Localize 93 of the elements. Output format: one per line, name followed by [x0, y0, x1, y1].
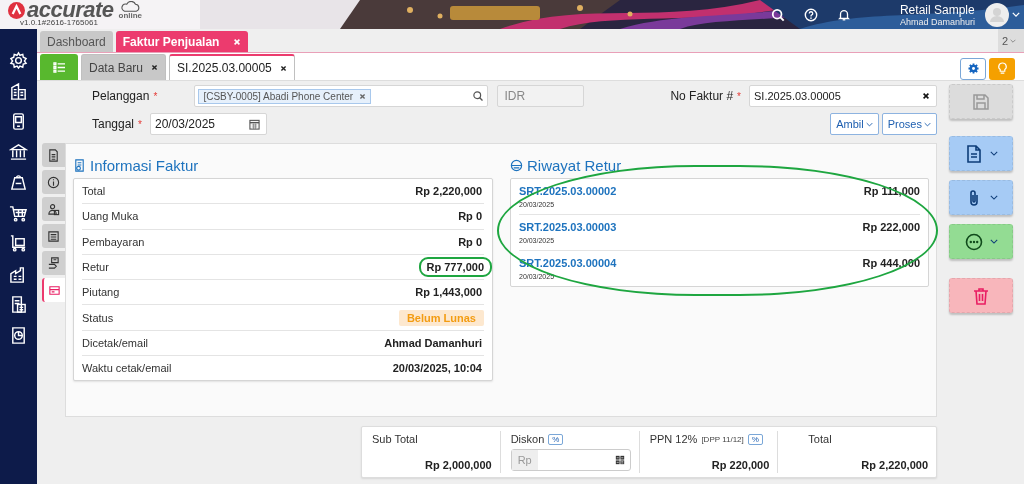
document-tab[interactable]: SI.2025.03.00005	[169, 54, 295, 80]
caret-icon[interactable]	[989, 151, 998, 156]
total-label: PPN 12%	[649, 433, 698, 445]
info-value: 20/03/2025, 10:04	[391, 361, 483, 377]
total-label: Diskon	[510, 433, 545, 445]
info-label: Status	[82, 311, 114, 324]
caret-icon[interactable]	[989, 195, 998, 200]
calculator-icon[interactable]	[614, 455, 625, 465]
total-label: Total	[808, 433, 833, 445]
receipt-icon[interactable]	[48, 283, 61, 297]
field-label: No Faktur #	[670, 89, 734, 103]
list-tab[interactable]	[42, 224, 65, 248]
total-value: Rp 2,000,000	[424, 459, 492, 471]
info-value: Rp 2,220,000	[414, 184, 483, 200]
dropdown-button[interactable]: Ambil	[830, 113, 879, 135]
section-title: Informasi Faktur	[90, 156, 199, 174]
more-button[interactable]	[948, 224, 1013, 259]
info-icon[interactable]	[47, 175, 60, 189]
document-icon[interactable]	[47, 148, 60, 162]
close-icon[interactable]	[151, 64, 159, 71]
info-label: Retur	[82, 261, 109, 274]
info-label: Uang Muka	[82, 210, 139, 223]
close-icon[interactable]	[279, 64, 287, 72]
settings-button[interactable]	[960, 57, 986, 80]
receipt-tab[interactable]	[42, 278, 65, 302]
info-label: Pembayaran	[82, 235, 145, 248]
delete-button[interactable]	[948, 278, 1013, 313]
field-label: Pelanggan	[92, 89, 150, 103]
building-icon[interactable]	[9, 81, 28, 101]
caret-icon[interactable]	[989, 239, 998, 244]
info-value: Rp 0	[457, 234, 483, 250]
return-amount: Rp 222,000	[862, 221, 920, 233]
date-field[interactable]: 20/03/2025	[149, 113, 267, 135]
logo-subtitle: online	[118, 11, 143, 20]
required-mark: *	[153, 90, 159, 102]
search-icon[interactable]	[770, 7, 785, 22]
info-value: Ahmad Damanhuri	[383, 335, 483, 351]
invoice-icon	[73, 158, 86, 172]
module-tab[interactable]: Faktur Penjualan	[115, 31, 249, 52]
info-label: Total	[82, 185, 106, 198]
calendar-icon[interactable]	[248, 118, 260, 130]
person-icon[interactable]	[47, 202, 60, 216]
attachment-button[interactable]	[948, 180, 1013, 215]
status-badge: Belum Lunas	[398, 309, 484, 326]
avatar-icon[interactable]	[985, 2, 1009, 27]
user-name: Ahmad Damanhuri	[899, 16, 975, 27]
info-tab[interactable]	[42, 170, 65, 194]
module-tab[interactable]: Dashboard	[40, 31, 113, 52]
return-link[interactable]: SRT.2025.03.00003	[519, 221, 617, 233]
info-value: Rp 0	[457, 209, 483, 225]
tab-count-dropdown[interactable]: 2	[998, 29, 1024, 52]
logo-text: accurate	[27, 1, 114, 19]
document-tab[interactable]	[42, 143, 65, 167]
chart-icon[interactable]	[9, 325, 28, 345]
info-label: Dicetak/email	[82, 336, 149, 349]
info-label: Waktu cetak/email	[82, 362, 172, 375]
total-label: Sub Total	[372, 433, 419, 445]
dropdown-button[interactable]: Proses	[881, 113, 937, 135]
doc-list-icon[interactable]	[9, 295, 28, 314]
cloud-icon	[119, 0, 142, 12]
bank-icon[interactable]	[9, 142, 28, 162]
search-icon[interactable]	[472, 90, 485, 102]
cart-box-icon[interactable]	[9, 234, 28, 253]
percent-toggle[interactable]: %	[747, 433, 763, 445]
document-tab[interactable]: Data Baru	[81, 54, 167, 80]
info-label: Piutang	[82, 286, 120, 299]
help-icon[interactable]	[803, 7, 818, 22]
field-label: Tanggal	[92, 117, 135, 131]
percent-toggle[interactable]: %	[548, 433, 564, 445]
version-text: v1.0.1#2616-1765061	[20, 19, 99, 27]
tax-note: [DPP 11/12]	[701, 434, 744, 444]
required-mark: *	[138, 118, 142, 130]
document-button[interactable]	[948, 136, 1013, 171]
info-value: Rp 1,443,000	[414, 285, 483, 301]
bell-icon[interactable]	[836, 7, 851, 22]
customer-chip[interactable]: [CSBY-0005] Abadi Phone Center	[198, 88, 372, 104]
total-value: Rp 2,220,000	[860, 459, 928, 471]
remove-icon[interactable]	[359, 92, 367, 100]
section-title: Riwayat Retur	[527, 156, 622, 174]
stack-tab[interactable]	[42, 251, 65, 275]
list-icon[interactable]	[47, 229, 60, 243]
total-value: Rp 220,000	[710, 459, 770, 471]
bag-icon[interactable]	[9, 173, 28, 192]
clear-icon[interactable]	[922, 92, 930, 100]
company-name: Retail Sample	[899, 2, 975, 17]
more-icon[interactable]	[963, 231, 984, 252]
customer-field[interactable]: [CSBY-0005] Abadi Phone Center	[194, 85, 489, 107]
required-mark: *	[737, 90, 741, 102]
info-value: Rp 777,000	[418, 257, 492, 278]
cart-icon[interactable]	[9, 203, 28, 223]
currency-field: IDR	[497, 85, 585, 107]
invoice-number-field[interactable]: SI.2025.03.00005	[749, 85, 937, 107]
person-tab[interactable]	[42, 197, 65, 221]
